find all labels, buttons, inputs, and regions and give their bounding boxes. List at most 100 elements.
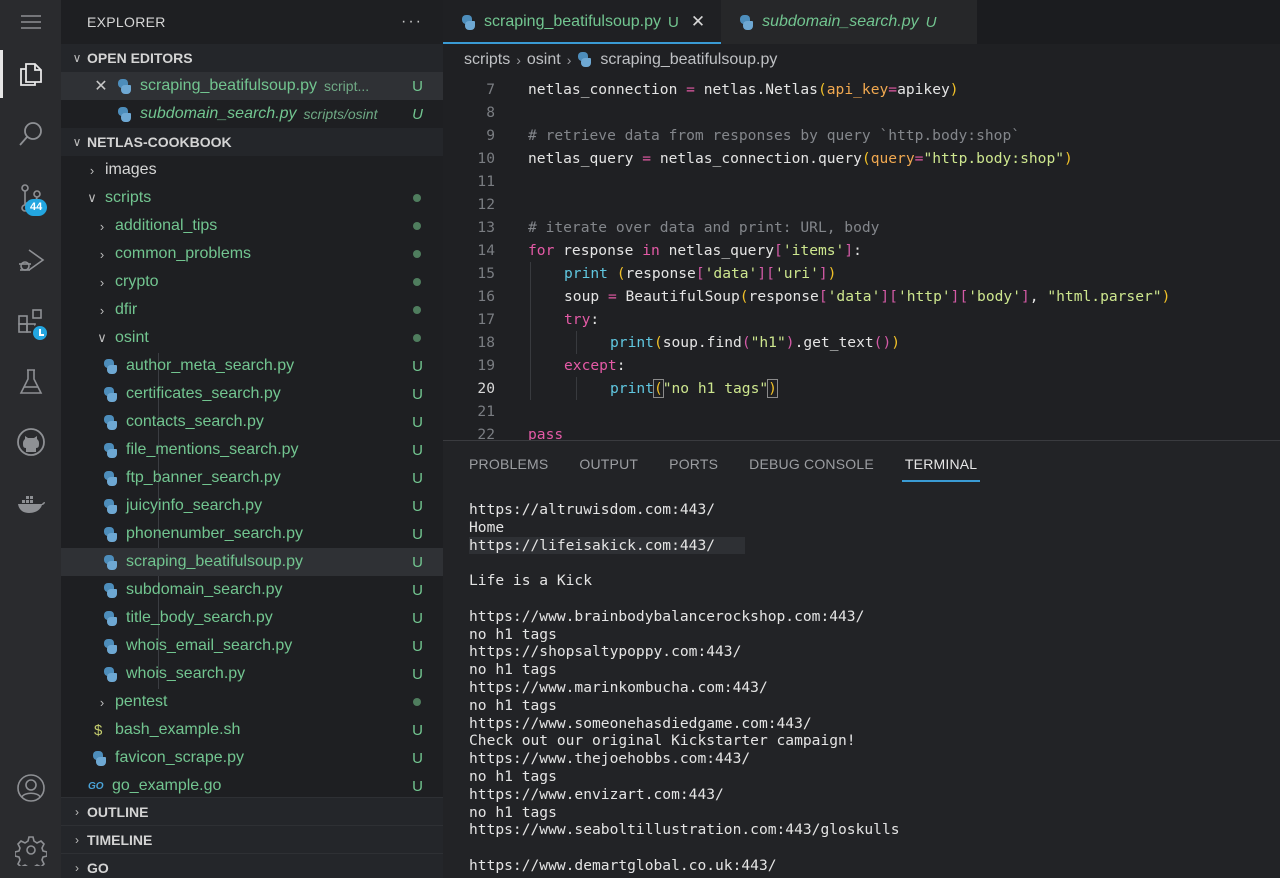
panel-tab-ports[interactable]: PORTS [669,441,718,486]
code-editor[interactable]: 7 netlas_connection = netlas.Netlas(api_k… [443,78,1280,446]
folder-scripts[interactable]: ∨ scripts [61,184,443,212]
breadcrumb-item[interactable]: scraping_beatifulsoup.py [600,51,777,69]
file-bash-example[interactable]: $ bash_example.sh U [61,716,443,744]
settings-gear-icon [14,836,47,866]
terminal-line: no h1 tags [469,803,557,821]
code-token: ] [818,265,828,282]
chevron-right-icon: › [516,51,521,68]
docker-button[interactable] [0,476,61,532]
git-status: U [925,13,937,31]
account-button[interactable] [0,760,61,816]
file-item[interactable]: juicyinfo_search.py U [61,492,443,520]
breadcrumb-item[interactable]: scripts [464,51,510,69]
code-token: ) [767,379,778,398]
panel-tab-output[interactable]: OUTPUT [579,441,638,486]
timeline-section[interactable]: › TIMELINE [61,825,443,853]
file-item[interactable]: file_mentions_search.py U [61,436,443,464]
file-name: author_meta_search.py [126,357,295,374]
git-status: U [412,385,423,403]
tab-label: scraping_beatifulsoup.py [484,13,662,30]
indent-guide [530,331,531,354]
tab-scraping-beatifulsoup[interactable]: scraping_beatifulsoup.py U ✕ [443,0,722,44]
code-token: : [616,357,626,374]
python-file-icon [117,106,132,122]
file-item[interactable]: whois_email_search.py U [61,632,443,660]
python-file-icon [117,78,132,94]
python-file-icon [103,386,118,402]
testing-button[interactable] [0,354,61,410]
file-item[interactable]: author_meta_search.py U [61,352,443,380]
go-section[interactable]: › GO [61,853,443,878]
file-item[interactable]: phonenumber_search.py U [61,520,443,548]
file-item[interactable]: scraping_beatifulsoup.py U [61,548,443,576]
settings-button[interactable] [0,822,61,878]
open-editor-item[interactable]: subdomain_search.py scripts/osint U [61,100,443,128]
code-token: "http.body:shop" [923,150,1065,167]
outline-section[interactable]: › OUTLINE [61,797,443,825]
folder-common-problems[interactable]: › common_problems [61,240,443,268]
source-control-button[interactable]: 44 [0,170,61,226]
tab-subdomain-search[interactable]: subdomain_search.py U [721,0,977,44]
close-icon[interactable]: ✕ [91,76,111,96]
python-file-icon [103,442,118,458]
folder-dfir[interactable]: › dfir [61,296,443,324]
line-number: 11 [477,173,495,190]
workspace-section[interactable]: ∨ NETLAS-COOKBOOK [61,128,443,156]
file-name: whois_search.py [126,665,246,682]
testing-icon [19,369,42,394]
line-number: 17 [477,311,495,328]
code-token: apikey [897,81,950,98]
code-token: ( [817,81,827,98]
python-file-icon [103,470,118,486]
more-actions-icon[interactable]: ··· [401,13,423,31]
open-editors-section[interactable]: ∨ OPEN EDITORS [61,44,443,72]
file-favicon-scrape[interactable]: favicon_scrape.py U [61,744,443,772]
code-token: : [853,242,862,259]
file-go-example[interactable]: GO go_example.go U [61,772,443,800]
folder-additional-tips[interactable]: › additional_tips [61,212,443,240]
file-item[interactable]: contacts_search.py U [61,408,443,436]
section-label: TIMELINE [87,831,153,848]
account-icon [16,774,45,802]
code-text: # retrieve data from responses by query … [528,124,1020,147]
panel-tab-terminal[interactable]: TERMINAL [901,441,981,486]
chevron-right-icon: › [89,162,95,178]
folder-pentest[interactable]: › pentest [61,688,443,716]
chevron-down-icon: ∨ [97,330,107,345]
code-token: for [528,242,555,259]
folder-crypto[interactable]: › crypto [61,268,443,296]
folder-osint[interactable]: ∨ osint [61,324,443,352]
extensions-button[interactable] [0,294,61,350]
python-file-icon [103,610,118,626]
line-number: 8 [486,104,495,121]
code-line: 12 [443,193,1280,216]
search-button[interactable] [0,106,61,162]
code-text: for response in netlas_query['items']: [528,239,862,262]
git-status: U [412,777,423,795]
terminal-line: no h1 tags [469,625,557,643]
git-status: U [412,357,423,375]
file-item[interactable]: ftp_banner_search.py U [61,464,443,492]
run-debug-button[interactable] [0,232,61,288]
menu-button[interactable] [0,0,61,50]
code-token: BeautifulSoup [616,288,740,305]
file-item[interactable]: whois_search.py U [61,660,443,688]
folder-images[interactable]: › images [61,156,443,184]
panel-tab-debug-console[interactable]: DEBUG CONSOLE [749,441,874,486]
panel-tab-problems[interactable]: PROBLEMS [469,441,548,486]
code-text: try: [564,308,599,331]
github-button[interactable] [0,414,61,470]
file-item[interactable]: title_body_search.py U [61,604,443,632]
modified-dot [413,250,421,258]
close-icon[interactable]: ✕ [691,12,705,32]
code-token: "html.parser" [1047,288,1162,305]
breadcrumb-item[interactable]: osint [527,51,561,69]
editor-tabs: scraping_beatifulsoup.py U ✕ subdomain_s… [443,0,1280,44]
code-token: ( [739,288,749,305]
file-item[interactable]: certificates_search.py U [61,380,443,408]
terminal-output[interactable]: https://altruwisdom.com:443/Home https://… [469,501,900,875]
open-editor-item[interactable]: ✕ scraping_beatifulsoup.py script... U [61,72,443,100]
file-item[interactable]: subdomain_search.py U [61,576,443,604]
code-token: query [870,150,915,167]
explorer-button[interactable] [0,46,61,102]
